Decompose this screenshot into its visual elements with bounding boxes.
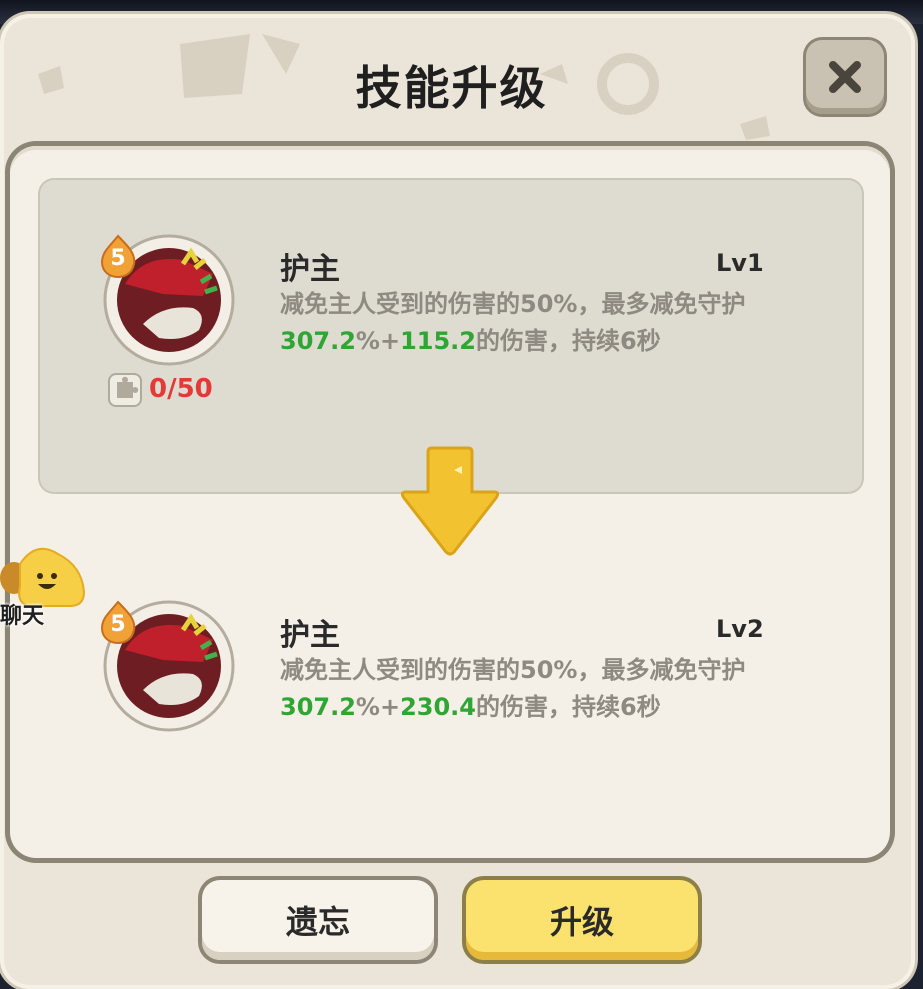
down-arrow-icon [400,446,500,556]
puzzle-fragment-icon [108,373,142,407]
next-desc-text: 减免主人受到的伤害的50%，最多减免守护 [280,656,746,684]
desc-flat-value: 115.2 [400,327,476,355]
desc-suffix: 的伤害，持续6秒 [476,327,661,355]
desc-percent-unit: %+ [355,327,401,355]
chat-label[interactable]: 聊天 [0,598,44,630]
skill-name: 护主 [280,252,340,287]
close-button[interactable] [806,40,884,114]
forget-button[interactable]: 遗忘 [202,880,434,960]
next-desc-percent-value: 307.2 [280,693,356,721]
next-skill-badge-number: 5 [110,612,126,637]
upgrade-button[interactable]: 升级 [466,880,698,960]
skill-description: 减免主人受到的伤害的50%，最多减免守护 307.2%+115.2的伤害，持续6秒 [280,286,760,360]
close-icon [829,61,861,93]
dialog-title: 技能升级 [355,61,548,115]
next-skill-level: Lv2 [716,615,764,643]
skill-level: Lv1 [716,249,764,277]
fragment-count: 0/50 [149,374,213,404]
next-desc-suffix: 的伤害，持续6秒 [476,693,661,721]
skill-badge-number: 5 [110,246,126,271]
next-skill-description: 减免主人受到的伤害的50%，最多减免守护 307.2%+230.4的伤害，持续6秒 [280,652,760,726]
desc-percent-value: 307.2 [280,327,356,355]
desc-text: 减免主人受到的伤害的50%，最多减免守护 [280,290,746,318]
next-desc-flat-value: 230.4 [400,693,476,721]
next-skill-name: 护主 [280,618,340,653]
next-desc-percent-unit: %+ [355,693,401,721]
